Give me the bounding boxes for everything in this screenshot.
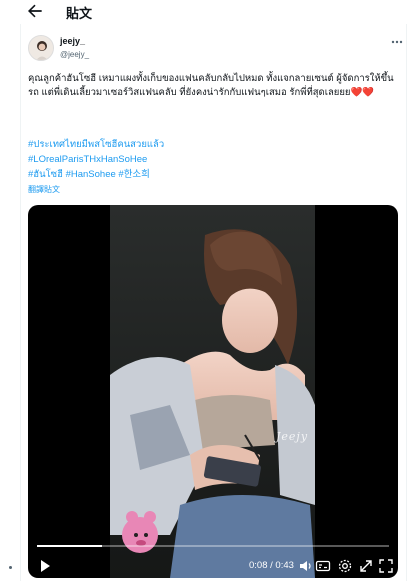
settings-button[interactable] — [337, 558, 353, 574]
expand-icon — [360, 560, 372, 572]
page-title: 貼文 — [66, 6, 93, 21]
video-watermark: Jeejy — [276, 430, 309, 443]
captions-button[interactable] — [315, 558, 331, 574]
author-display-name[interactable]: jeejy_ — [60, 36, 85, 46]
fullscreen-button[interactable] — [378, 558, 394, 574]
video-player[interactable]: Jeejy 0:08 / 0:43 — [28, 205, 398, 578]
video-time: 0:08 / 0:43 — [249, 560, 294, 571]
avatar[interactable] — [28, 35, 54, 61]
top-bar: 貼文 — [0, 0, 407, 24]
settings-icon — [338, 559, 352, 573]
volume-icon — [300, 561, 311, 571]
arrow-left-icon — [28, 4, 42, 18]
captions-icon — [315, 560, 331, 572]
hashtag-list: #ประเทศไทยมีพสโซฮีคนสวยแล้ว #LOrealParis… — [28, 137, 398, 182]
hashtag-link[interactable]: #LOrealParisTHxHanSoHee — [28, 154, 147, 165]
hashtag-link[interactable]: #ฮันโซฮี — [28, 169, 63, 180]
video-progress-bar[interactable] — [37, 545, 389, 547]
more-options-button[interactable] — [390, 35, 404, 49]
more-horizontal-icon — [391, 40, 403, 44]
tweet-body: คุณลูกค้าฮันโซฮี เหมาแผงทั้งเก็บของแฟนคล… — [28, 73, 394, 98]
volume-button[interactable] — [298, 558, 314, 574]
heart-emoji: ❤️❤️ — [350, 87, 375, 98]
hashtag-link[interactable]: #HanSohee — [66, 169, 116, 180]
play-icon — [41, 560, 50, 572]
video-controls: 0:08 / 0:43 — [28, 555, 398, 575]
hashtag-link[interactable]: #한소희 — [118, 169, 150, 180]
left-edge-dot — [9, 566, 12, 569]
video-progress-fill — [37, 545, 103, 547]
fullscreen-icon — [379, 559, 393, 573]
play-button[interactable] — [37, 558, 53, 574]
back-button[interactable] — [24, 1, 46, 21]
author-handle[interactable]: @jeejy_ — [60, 50, 89, 59]
tweet-text: คุณลูกค้าฮันโซฮี เหมาแผงทั้งเก็บของแฟนคล… — [28, 72, 398, 100]
video-frame — [110, 205, 315, 578]
hashtag-link[interactable]: #ประเทศไทยมีพสโซฮีคนสวยแล้ว — [28, 139, 164, 150]
expand-button[interactable] — [358, 558, 374, 574]
translate-post-link[interactable]: 翻譯貼文 — [28, 184, 60, 195]
